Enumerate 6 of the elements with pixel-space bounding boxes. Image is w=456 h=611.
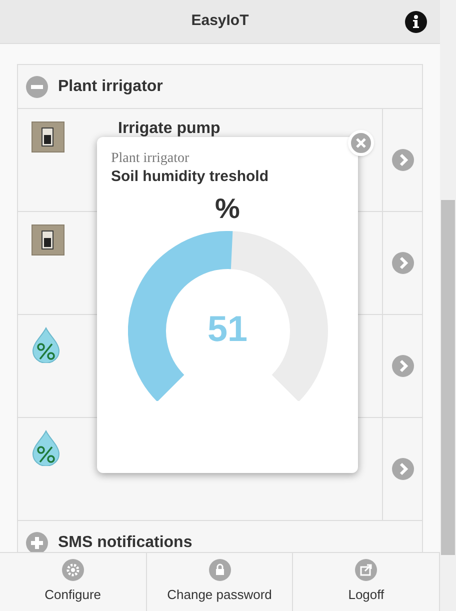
gauge-unit: % (215, 193, 240, 225)
dialog-subtitle: Plant irrigator (111, 151, 190, 167)
row-title: Irrigate pump (118, 120, 220, 137)
app-title: EasyIoT (191, 11, 249, 32)
gauge-value: 51 (206, 309, 249, 349)
dialog-title: Soil humidity treshold (111, 167, 269, 187)
